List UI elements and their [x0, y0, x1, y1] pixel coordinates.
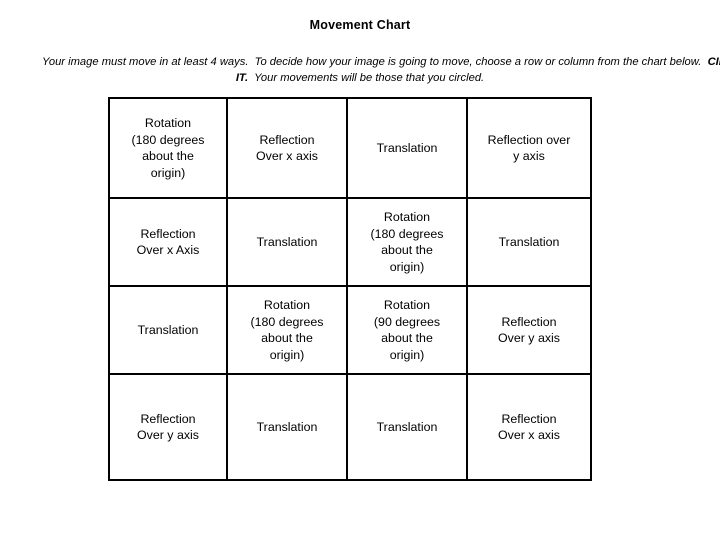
chart-cell-r2c3[interactable]: Reflection Over y axis [466, 285, 592, 375]
chart-cell-r0c3[interactable]: Reflection over y axis [466, 97, 592, 199]
chart-cell-r3c3[interactable]: Reflection Over x axis [466, 373, 592, 481]
chart-cell-r3c2[interactable]: Translation [346, 373, 468, 481]
chart-cell-r2c0[interactable]: Translation [108, 285, 228, 375]
worksheet-page: Movement Chart Your image must move in a… [0, 0, 720, 540]
table-row: Rotation (180 degrees about the origin) … [108, 97, 592, 199]
chart-cell-label: Translation [498, 234, 560, 249]
chart-cell-r2c2[interactable]: Rotation (90 degrees about the origin) [346, 285, 468, 375]
chart-cell-r3c0[interactable]: Reflection Over y axis [108, 373, 228, 481]
page-title: Movement Chart [309, 18, 411, 32]
instructions-paragraph: Your image must move in at least 4 ways.… [42, 54, 720, 86]
chart-cell-label: Reflection over y axis [487, 132, 571, 164]
chart-cell-label: Translation [256, 419, 318, 434]
instructions-text-part-2: Your movements will be those that you ci… [248, 72, 485, 85]
chart-cell-r2c1[interactable]: Rotation (180 degrees about the origin) [226, 285, 348, 375]
chart-cell-label: Rotation (180 degrees about the origin) [370, 210, 444, 274]
chart-cell-r0c2[interactable]: Translation [346, 97, 468, 199]
chart-cell-r1c0[interactable]: Reflection Over x Axis [108, 197, 228, 287]
chart-cell-label: Rotation (90 degrees about the origin) [373, 298, 441, 362]
chart-cell-label: Reflection Over x axis [256, 132, 318, 164]
chart-cell-r3c1[interactable]: Translation [226, 373, 348, 481]
chart-cell-r0c0[interactable]: Rotation (180 degrees about the origin) [108, 97, 228, 199]
instructions-text-part-1: Your image must move in at least 4 ways.… [42, 56, 708, 69]
chart-cell-label: Reflection Over x axis [498, 411, 560, 443]
movement-chart-table: Rotation (180 degrees about the origin) … [108, 97, 592, 481]
chart-cell-label: Reflection Over y axis [498, 314, 560, 346]
table-row: Reflection Over y axis Translation Trans… [108, 373, 592, 481]
chart-cell-label: Rotation (180 degrees about the origin) [250, 298, 324, 362]
chart-cell-label: Reflection Over x Axis [136, 226, 200, 258]
table-row: Translation Rotation (180 degrees about … [108, 285, 592, 375]
table-row: Reflection Over x Axis Translation Rotat… [108, 197, 592, 287]
chart-cell-r1c2[interactable]: Rotation (180 degrees about the origin) [346, 197, 468, 287]
chart-cell-label: Translation [376, 140, 438, 155]
chart-cell-r0c1[interactable]: Reflection Over x axis [226, 97, 348, 199]
chart-cell-r1c1[interactable]: Translation [226, 197, 348, 287]
chart-cell-r1c3[interactable]: Translation [466, 197, 592, 287]
movement-chart-container: Rotation (180 degrees about the origin) … [108, 97, 592, 481]
chart-cell-label: Translation [137, 322, 199, 337]
chart-cell-label: Rotation (180 degrees about the origin) [131, 116, 205, 180]
chart-cell-label: Translation [376, 419, 438, 434]
chart-cell-label: Translation [256, 234, 318, 249]
chart-cell-label: Reflection Over y axis [137, 411, 199, 443]
